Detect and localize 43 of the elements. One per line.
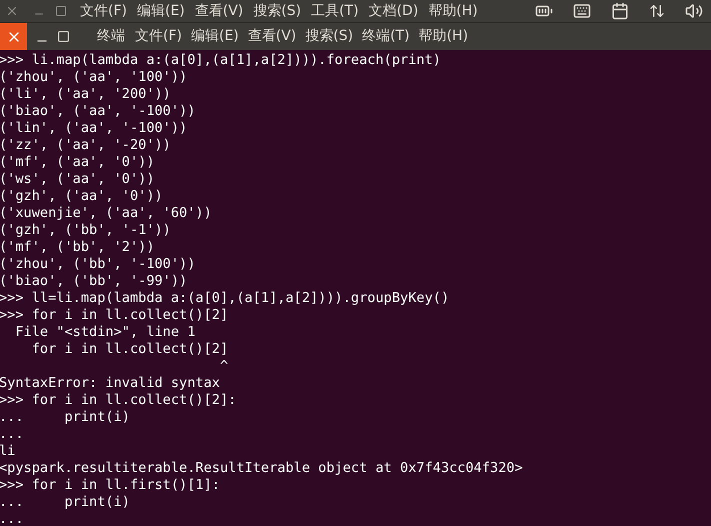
close-icon[interactable] [5, 4, 19, 18]
terminal-line: ... print(i) [0, 409, 130, 426]
terminal-line: ... [0, 511, 24, 526]
menu-item[interactable]: 查看(V) [194, 0, 244, 22]
volume-icon[interactable] [685, 2, 703, 20]
maximize-icon[interactable] [55, 5, 67, 17]
terminal-line: ('biao', ('aa', '-100')) [0, 103, 196, 120]
menu-item[interactable]: 查看(V) [248, 26, 296, 47]
calendar-icon[interactable] [611, 2, 629, 20]
menu-item[interactable]: 终端(T) [362, 26, 410, 47]
menu-item[interactable]: 帮助(H) [418, 26, 468, 47]
terminal-line: ('ws', ('aa', '0')) [0, 171, 154, 188]
close-button[interactable] [0, 23, 27, 50]
terminal-line: ... [0, 426, 24, 443]
terminal-line: ^ [218, 358, 228, 375]
menu-item[interactable]: 文档(D) [368, 0, 418, 22]
terminal-line: ('zz', ('aa', '-20')) [0, 137, 171, 154]
terminal-line: ('xuwenjie', ('aa', '60')) [0, 205, 212, 222]
terminal-line: ('gzh', ('aa', '0')) [0, 188, 163, 205]
terminal-line: ('zhou', ('aa', '100')) [0, 69, 188, 86]
window-title: 终端 [97, 27, 125, 46]
terminal-line: ('mf', ('bb', '2')) [0, 239, 154, 256]
menu-item[interactable]: 搜索(S) [305, 26, 354, 47]
menu-item[interactable]: 工具(T) [311, 0, 359, 22]
menu-item[interactable]: 编辑(E) [190, 26, 239, 47]
terminal-line: li [0, 443, 16, 460]
network-icon[interactable] [649, 3, 665, 19]
menu-item[interactable]: 编辑(E) [136, 0, 185, 22]
terminal-line: SyntaxError: invalid syntax [0, 375, 220, 392]
terminal-line: ('li', ('aa', '200')) [0, 86, 171, 103]
terminal-line: ('gzh', ('bb', '-1')) [0, 222, 171, 239]
keyboard-icon[interactable] [573, 2, 591, 20]
menu-item[interactable]: 文件(F) [80, 0, 127, 22]
terminal-line: ... print(i) [0, 494, 130, 511]
terminal-line: ('biao', ('bb', '-99')) [0, 273, 188, 290]
menu-item[interactable]: 文件(F) [135, 26, 182, 47]
terminal-line: for i in ll.collect()[2] [30, 341, 228, 358]
menu-item[interactable]: 帮助(H) [428, 0, 478, 22]
terminal-line: File "<stdin>", line 1 [14, 324, 196, 341]
menu-item[interactable]: 搜索(S) [253, 0, 302, 22]
terminal-line: ('zhou', ('bb', '-100')) [0, 256, 196, 273]
terminal-line: ('lin', ('aa', '-100')) [0, 120, 188, 137]
terminal-line: ('mf', ('aa', '0')) [0, 154, 154, 171]
